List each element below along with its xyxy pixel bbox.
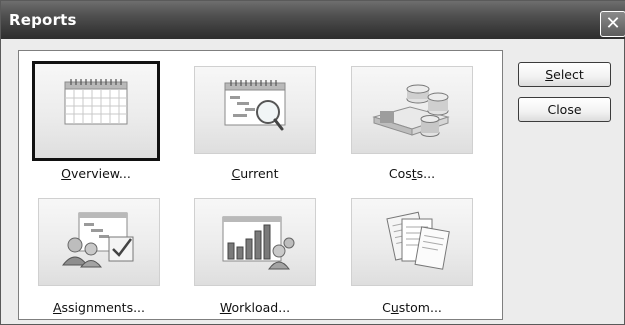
report-tile-frame: [351, 198, 473, 286]
report-tile-frame: [32, 61, 160, 161]
close-icon: ✕: [605, 13, 621, 34]
report-tile-frame: [194, 66, 316, 154]
report-tile-frame: [351, 66, 473, 154]
calendar-magnifier-icon: [224, 80, 286, 131]
report-tile-overview[interactable]: Overview...: [32, 61, 165, 181]
report-label-custom: Custom...: [382, 300, 442, 315]
people-tasks-icon: [61, 212, 134, 268]
report-tile-current[interactable]: Current: [194, 66, 324, 181]
documents-icon: [386, 211, 450, 270]
report-tile-workload[interactable]: Workload...: [194, 198, 324, 315]
calendar-grid-icon: [64, 79, 128, 125]
bar-chart-people-icon: [222, 216, 295, 270]
report-tile-frame: [194, 198, 316, 286]
report-label-assignments: Assignments...: [52, 300, 146, 315]
report-tile-costs[interactable]: Costs...: [351, 66, 481, 181]
report-tile-frame: [38, 198, 160, 286]
select-button[interactable]: Select: [518, 62, 611, 87]
coins-money-icon: [372, 84, 450, 137]
report-gallery: Overview... Current Costs... Assignments…: [18, 50, 503, 320]
reports-dialog: Reports ✕ Overview... Current Costs... A…: [0, 0, 625, 325]
report-label-workload: Workload...: [219, 300, 291, 315]
report-tile-assignments[interactable]: Assignments...: [38, 198, 168, 315]
close-button[interactable]: Close: [518, 97, 611, 122]
report-label-overview: Overview...: [61, 166, 131, 181]
dialog-title: Reports: [9, 11, 77, 29]
report-label-costs: Costs...: [388, 166, 436, 181]
report-label-current: Current: [231, 166, 279, 181]
report-tile-custom[interactable]: Custom...: [351, 198, 481, 315]
close-window-button[interactable]: ✕: [600, 11, 625, 37]
title-bar: Reports ✕: [1, 1, 625, 39]
